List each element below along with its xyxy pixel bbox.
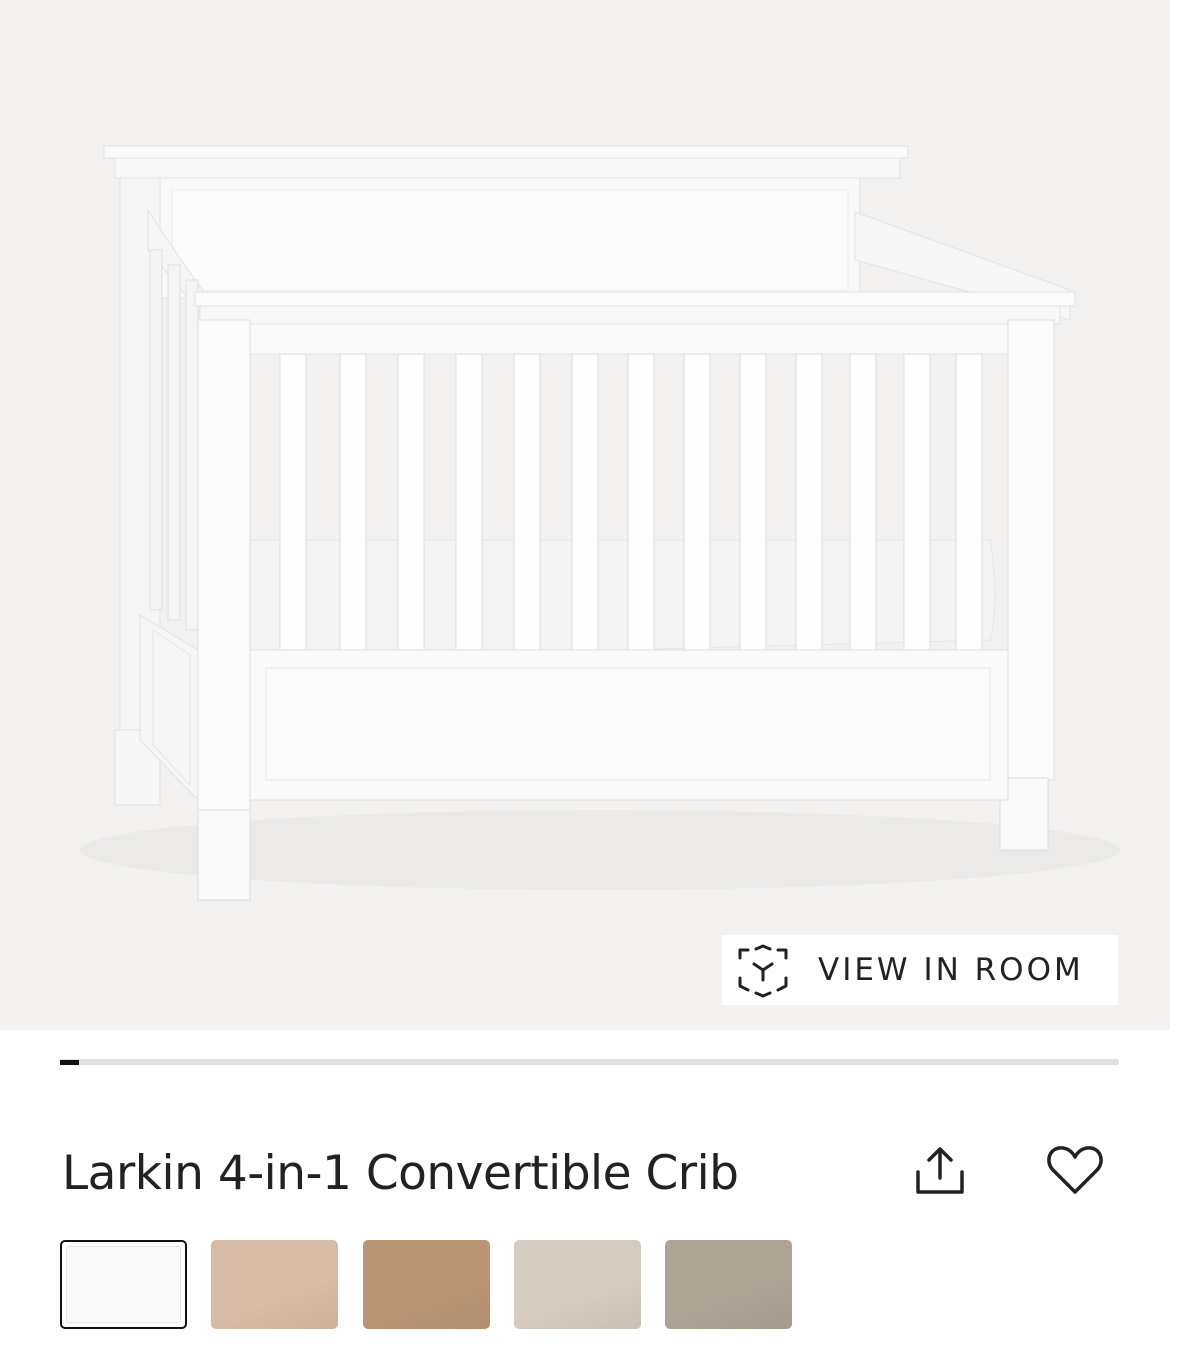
crib-slat [849,353,877,655]
crib-slat [903,353,931,655]
gallery-progress-bar [60,1059,1119,1065]
finish-swatch[interactable] [665,1240,792,1329]
finish-swatch[interactable] [60,1240,187,1329]
crib-slat [513,353,541,655]
finish-swatch[interactable] [363,1240,490,1329]
view-in-room-button[interactable]: VIEW IN ROOM [722,935,1118,1005]
gallery-progress-indicator [60,1060,80,1065]
view-in-room-label: VIEW IN ROOM [818,952,1084,988]
crib-photo [80,145,1120,901]
swatch-color [66,1246,181,1323]
crib-slat [279,353,307,655]
crib-slat [683,353,711,655]
share-button[interactable] [910,1144,970,1200]
product-image[interactable]: VIEW IN ROOM [0,0,1170,1030]
crib-slat [955,353,983,655]
finish-swatch[interactable] [211,1240,338,1329]
crib-slat [739,353,767,655]
crib-slat [795,353,823,655]
crib-slat [627,353,655,655]
product-title: Larkin 4-in-1 Convertible Crib [62,1146,739,1201]
crib-slat [455,353,483,655]
share-icon [916,1147,964,1194]
crib-slat [571,353,599,655]
finish-swatch[interactable] [514,1240,641,1329]
crib-slat [397,353,425,655]
favorite-button[interactable] [1045,1142,1105,1198]
ar-cube-icon [738,944,788,998]
crib-slat [339,353,367,655]
heart-icon [1047,1146,1103,1194]
